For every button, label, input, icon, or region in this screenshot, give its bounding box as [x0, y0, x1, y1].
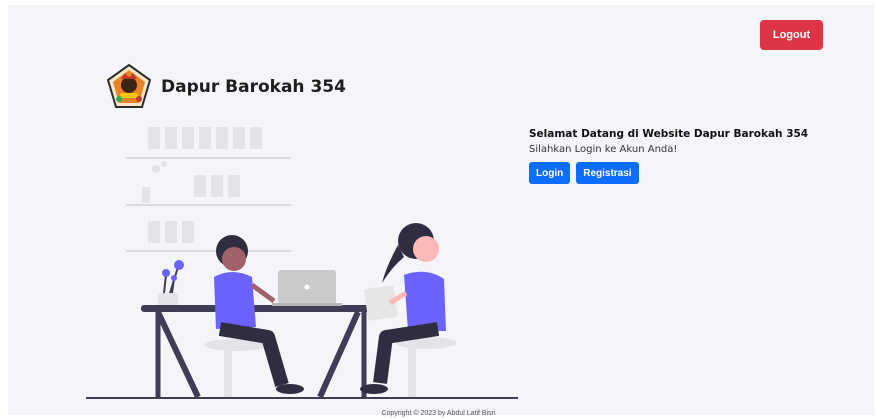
- chair-left-legs: [224, 349, 232, 397]
- plant: [158, 260, 184, 305]
- brand-name: Dapur Barokah 354: [161, 77, 346, 97]
- login-button[interactable]: Login: [529, 162, 571, 184]
- laptop: [272, 270, 342, 306]
- logout-button[interactable]: Logout: [760, 20, 823, 50]
- welcome-panel: Selamat Datang di Website Dapur Barokah …: [529, 127, 829, 184]
- welcome-title: Selamat Datang di Website Dapur Barokah …: [529, 128, 809, 140]
- auth-button-row: Login Registrasi: [529, 162, 829, 184]
- brand-logo-icon: [106, 63, 152, 108]
- person-right: [360, 223, 446, 394]
- workspace-illustration: [86, 127, 518, 399]
- shelf-bottom: [126, 221, 291, 252]
- table: [141, 305, 373, 399]
- shelf-top: [126, 127, 291, 159]
- welcome-subtitle: Silahkan Login ke Akun Anda!: [529, 144, 678, 155]
- brand: Dapur Barokah 354: [105, 63, 346, 111]
- chair-right-legs: [408, 347, 416, 397]
- page-container: Logout Dapur Barokah 354 Selamat Datang …: [8, 5, 874, 415]
- floor-line: [86, 397, 518, 399]
- footer-copyright: Copyright © 2023 by Abdul Latif Bisri: [381, 410, 496, 417]
- register-button[interactable]: Registrasi: [576, 162, 639, 184]
- shelf-middle: [126, 161, 291, 206]
